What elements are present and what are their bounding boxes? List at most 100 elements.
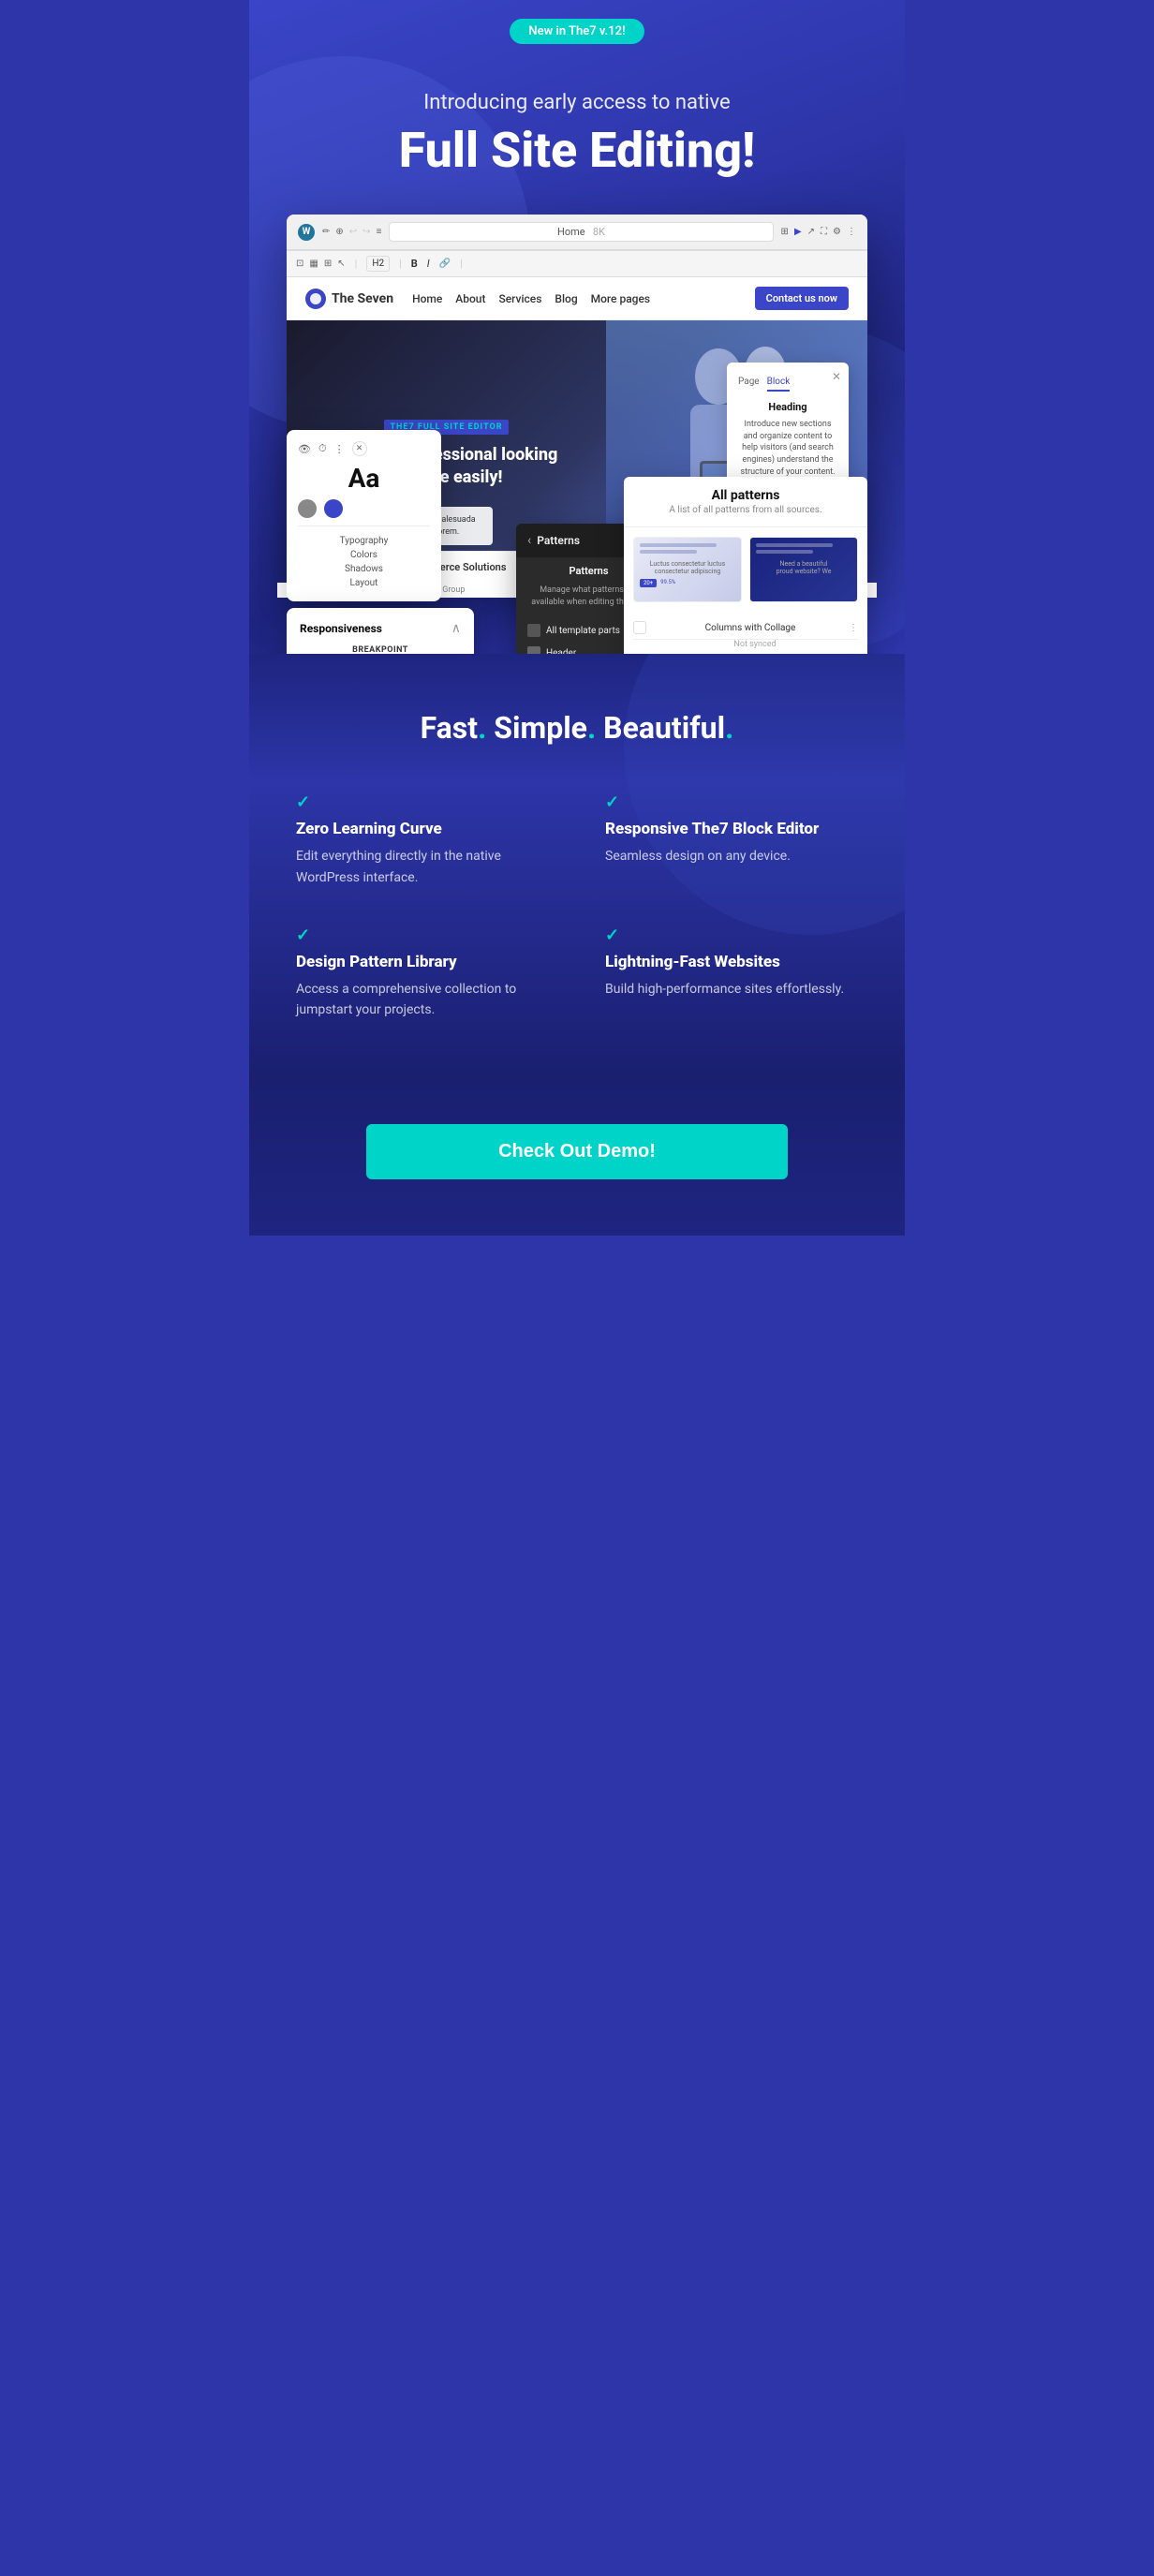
features-section: Fast. Simple. Beautiful. ✓ Zero Learning…	[249, 654, 905, 1077]
layout-item[interactable]: Layout	[298, 576, 430, 590]
type-preview: Aa	[298, 466, 430, 492]
breakpoint-label: BREAKPOINT	[300, 645, 461, 654]
browser-bar: W ✏ ⊕ ↩ ↪ ≡ Home 8K ⊞ ▶ ↗ ⛶ ⚙ ⋮	[287, 215, 867, 250]
card-badge-count: 20+	[640, 579, 657, 587]
site-logo: The Seven	[305, 289, 393, 309]
nav-services[interactable]: Services	[498, 292, 541, 305]
colors-item[interactable]: Colors	[298, 548, 430, 562]
view-icon: ⊞	[781, 227, 789, 237]
divider3: |	[460, 258, 463, 270]
more-icon: ⋮	[847, 227, 856, 237]
publish-icon: ▶	[794, 227, 802, 237]
type-circles	[298, 499, 430, 518]
nav-more[interactable]: More pages	[591, 292, 650, 305]
patterns-panel-subtitle: A list of all patterns from all sources.	[637, 505, 854, 515]
hero-section: New in The7 v.12! Introducing early acce…	[249, 0, 905, 654]
block-icon: ⊡	[296, 259, 303, 269]
feature-desc-2: Access a comprehensive collection to jum…	[296, 979, 549, 1021]
wordpress-icon: W	[298, 224, 315, 241]
typography-panel: 👁 ⏱ ⋮ ✕ Aa Typography Colors Shadows Lay…	[287, 430, 441, 601]
patterns-list-item-1[interactable]: Columns with Collage ⋮	[633, 616, 858, 640]
card-label: Luctus consectetur luctusconsectetur adi…	[640, 560, 735, 575]
browser-toolbar: ✏ ⊕ ↩ ↪ ≡	[322, 227, 381, 237]
typography-item[interactable]: Typography	[298, 534, 430, 548]
resp-header: Responsiveness ∧	[300, 621, 461, 636]
bc-group4: Group	[442, 585, 465, 595]
feature-item-0: ✓ Zero Learning Curve Edit everything di…	[296, 792, 549, 888]
feature-check-3: ✓	[605, 925, 858, 945]
site-nav-links: Home About Services Blog More pages	[412, 292, 736, 305]
browser-right-icons: ⊞ ▶ ↗ ⛶ ⚙ ⋮	[781, 227, 856, 237]
pattern-card-1[interactable]: Luctus consectetur luctusconsectetur adi…	[633, 537, 742, 602]
nav-blog[interactable]: Blog	[555, 292, 577, 305]
site-nav: The Seven Home About Services Blog More …	[287, 277, 867, 320]
panel-close-icon[interactable]: ✕	[352, 441, 367, 456]
new-badge[interactable]: New in The7 v.12!	[510, 19, 644, 44]
style-sections[interactable]: Typography Colors Shadows Layout	[298, 526, 430, 590]
cta-section: Check Out Demo!	[249, 1077, 905, 1236]
logo-text: The Seven	[332, 291, 393, 306]
patterns-list: Columns with Collage ⋮ Not synced Column…	[624, 612, 867, 654]
drag-icon: ⊞	[324, 259, 332, 269]
blue-circle	[324, 499, 343, 518]
patterns-panel-header: All patterns A list of all patterns from…	[624, 477, 867, 527]
list-icon: ≡	[377, 227, 382, 237]
divider1: |	[355, 258, 358, 270]
features-grid: ✓ Zero Learning Curve Edit everything di…	[296, 792, 858, 1021]
link-btn[interactable]: 🔗	[439, 259, 451, 269]
panel-desc: Introduce new sections and organize cont…	[738, 419, 837, 478]
gray-circle	[298, 499, 317, 518]
nav-home[interactable]: Home	[412, 292, 442, 305]
preview-icon: ⊕	[335, 227, 343, 237]
patterns-top-grid: Luctus consectetur luctusconsectetur adi…	[624, 527, 867, 612]
panel-close-btn[interactable]: ✕	[832, 370, 841, 383]
feature-check-1: ✓	[605, 792, 858, 812]
redo-icon: ↪	[362, 227, 370, 237]
card-dark-label: Need a beautifulproud website? We	[756, 560, 851, 575]
undo-icon: ↩	[349, 227, 357, 237]
more-options-1[interactable]: ⋮	[849, 623, 858, 633]
feature-title-3: Lightning-Fast Websites	[605, 953, 858, 971]
cursor-icon: ↖	[337, 259, 345, 269]
shadows-item[interactable]: Shadows	[298, 562, 430, 576]
hero-title: Full Site Editing!	[277, 124, 877, 177]
bold-btn[interactable]: B	[411, 258, 418, 270]
feature-desc-0: Edit everything directly in the native W…	[296, 846, 549, 888]
card-badge-pct: 99.5%	[660, 579, 675, 587]
feature-title-1: Responsive The7 Block Editor	[605, 820, 858, 838]
patterns-panel-title: All patterns	[637, 488, 854, 503]
url-bar[interactable]: Home 8K	[389, 222, 773, 242]
demo-cta-button[interactable]: Check Out Demo!	[366, 1124, 788, 1179]
back-icon[interactable]: ‹	[527, 533, 531, 548]
block-tab[interactable]: Block	[767, 374, 791, 392]
nav-about[interactable]: About	[455, 292, 485, 305]
all-patterns-panel: All patterns A list of all patterns from…	[624, 477, 867, 654]
feature-desc-1: Seamless design on any device.	[605, 846, 858, 866]
tagline-fast: Fast	[421, 710, 478, 746]
responsiveness-panel: Responsiveness ∧ BREAKPOINT Tablet Chang…	[287, 608, 474, 654]
nav-cta-button[interactable]: Contact us now	[755, 287, 849, 310]
page-tab[interactable]: Page	[738, 374, 760, 392]
feature-item-2: ✓ Design Pattern Library Access a compre…	[296, 925, 549, 1021]
tagline-dot1: .	[478, 710, 486, 746]
feature-item-3: ✓ Lightning-Fast Websites Build high-per…	[605, 925, 858, 1021]
block-panel-title: Patterns	[537, 534, 580, 547]
settings-icon: ⚙	[833, 227, 841, 237]
feature-item-1: ✓ Responsive The7 Block Editor Seamless …	[605, 792, 858, 888]
history-icon: ⏱	[318, 442, 327, 455]
divider2: |	[399, 258, 402, 270]
feature-check-2: ✓	[296, 925, 549, 945]
logo-icon	[305, 289, 326, 309]
panel-menu-icon: ⋮	[334, 443, 345, 455]
tagline-dot3: .	[725, 710, 733, 746]
resp-collapse-icon[interactable]: ∧	[451, 621, 461, 636]
share-icon: ↗	[807, 227, 815, 237]
h2-btn[interactable]: H2	[366, 256, 390, 272]
feature-check-0: ✓	[296, 792, 549, 812]
sync-check-1	[633, 621, 646, 634]
template-parts-icon	[527, 624, 540, 637]
italic-btn[interactable]: I	[427, 258, 430, 270]
select-icon: ▦	[309, 259, 318, 269]
edit-icon: ✏	[322, 227, 330, 237]
pattern-card-2[interactable]: Need a beautifulproud website? We	[749, 537, 858, 602]
